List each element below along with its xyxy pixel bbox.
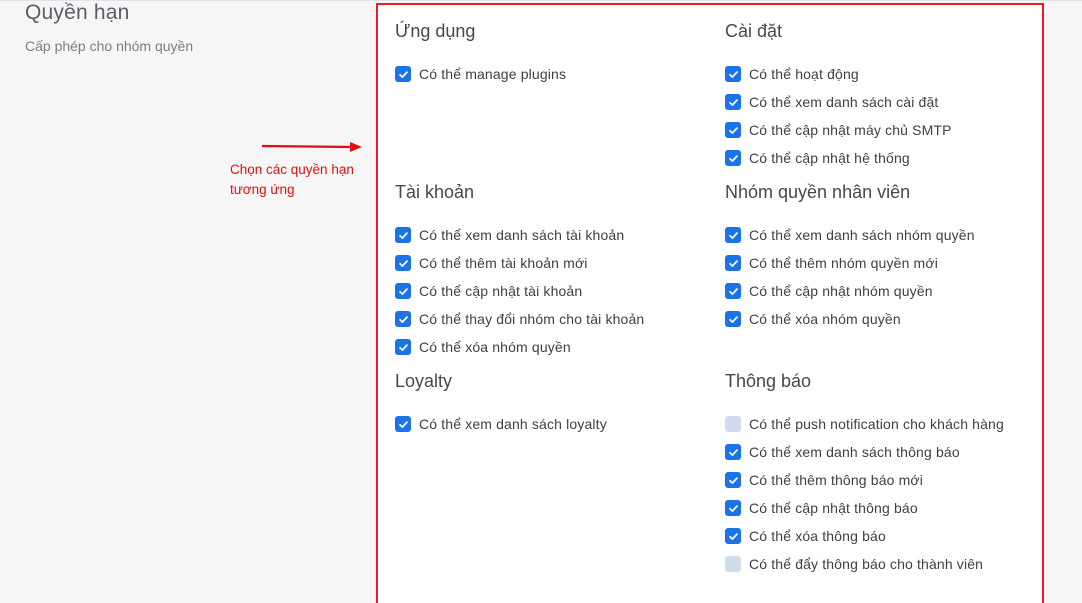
- permission-item[interactable]: Có thể cập nhật nhóm quyền: [725, 281, 933, 301]
- permission-label: Có thể cập nhật tài khoản: [419, 283, 583, 299]
- checkbox-checked-icon[interactable]: [725, 444, 741, 460]
- permission-label: Có thể cập nhật hệ thống: [749, 150, 910, 166]
- checkbox-checked-icon[interactable]: [395, 283, 411, 299]
- permission-item[interactable]: Có thể xóa nhóm quyền: [395, 337, 571, 357]
- permission-label: Có thể hoạt động: [749, 66, 859, 82]
- permission-label: Có thể cập nhật nhóm quyền: [749, 283, 933, 299]
- checkbox-checked-icon[interactable]: [725, 472, 741, 488]
- permission-label: Có thể xem danh sách loyalty: [419, 416, 607, 432]
- page-description: Cấp phép cho nhóm quyền: [25, 38, 194, 54]
- checkbox-checked-icon[interactable]: [725, 255, 741, 271]
- permission-label: Có thể thêm tài khoản mới: [419, 255, 588, 271]
- permissions-panel: Ứng dụng Có thể manage plugins Cài đặt C…: [376, 3, 1044, 603]
- checkbox-checked-icon[interactable]: [395, 66, 411, 82]
- section-title: Loyalty: [395, 371, 453, 391]
- checkbox-checked-icon[interactable]: [725, 528, 741, 544]
- annotation-line-2: tương ứng: [230, 182, 295, 197]
- permission-item[interactable]: Có thể thay đổi nhóm cho tài khoản: [395, 309, 644, 329]
- permission-item[interactable]: Có thể xem danh sách thông báo: [725, 442, 960, 462]
- annotation-line-1: Chọn các quyền hạn: [230, 162, 354, 177]
- checkbox-checked-icon[interactable]: [725, 283, 741, 299]
- checkbox-checked-icon[interactable]: [725, 122, 741, 138]
- permission-label: Có thể xem danh sách thông báo: [749, 444, 960, 460]
- checkbox-checked-icon[interactable]: [395, 311, 411, 327]
- checkbox-checked-icon[interactable]: [725, 66, 741, 82]
- permission-label: Có thể manage plugins: [419, 66, 567, 82]
- permission-label: Có thể đẩy thông báo cho thành viên: [749, 556, 984, 572]
- top-divider: [0, 0, 1082, 1]
- permission-label: Có thể cập nhật máy chủ SMTP: [749, 122, 952, 138]
- checkbox-unchecked-icon[interactable]: [725, 416, 741, 432]
- checkbox-unchecked-icon[interactable]: [725, 556, 741, 572]
- permission-item[interactable]: Có thể hoạt động: [725, 64, 859, 84]
- permission-label: Có thể xóa thông báo: [749, 528, 886, 544]
- permission-item[interactable]: Có thể cập nhật hệ thống: [725, 148, 910, 168]
- permission-item[interactable]: Có thể manage plugins: [395, 64, 566, 84]
- permission-item[interactable]: Có thể đẩy thông báo cho thành viên: [725, 554, 983, 574]
- permission-item[interactable]: Có thể xem danh sách cài đặt: [725, 92, 938, 112]
- permission-item[interactable]: Có thể thêm tài khoản mới: [395, 253, 588, 273]
- checkbox-checked-icon[interactable]: [725, 500, 741, 516]
- checkbox-checked-icon[interactable]: [725, 150, 741, 166]
- checkbox-checked-icon[interactable]: [725, 94, 741, 110]
- section-title: Tài khoản: [395, 182, 475, 202]
- page-title: Quyền hạn: [25, 1, 130, 24]
- permission-label: Có thể xem danh sách nhóm quyền: [749, 227, 975, 243]
- section-thong-bao: Thông báo Có thể push notification cho k…: [725, 370, 1004, 572]
- annotation-arrow-icon: [261, 142, 362, 152]
- section-title: Ứng dụng: [395, 21, 476, 41]
- permission-label: Có thể thay đổi nhóm cho tài khoản: [419, 311, 645, 327]
- annotation-note: Chọn các quyền hạn tương ứng: [230, 160, 354, 200]
- permission-label: Có thể xem danh sách cài đặt: [749, 94, 939, 110]
- section-title: Cài đặt: [725, 21, 783, 41]
- section-loyalty: Loyalty Có thể xem danh sách loyalty: [395, 370, 607, 432]
- section-cai-dat: Cài đặt Có thể hoạt động Có thể xem danh …: [725, 20, 951, 166]
- permission-item[interactable]: Có thể xóa nhóm quyền: [725, 309, 901, 329]
- section-title: Thông báo: [725, 371, 812, 391]
- permission-label: Có thể push notification cho khách hàng: [749, 416, 1004, 432]
- permission-item[interactable]: Có thể cập nhật tài khoản: [395, 281, 582, 301]
- permission-item[interactable]: Có thể xóa thông báo: [725, 526, 886, 546]
- section-ung-dung: Ứng dụng Có thể manage plugins: [395, 20, 566, 82]
- permission-item[interactable]: Có thể xem danh sách tài khoản: [395, 225, 624, 245]
- permission-label: Có thể thêm thông báo mới: [749, 472, 924, 488]
- permission-item[interactable]: Có thể xem danh sách nhóm quyền: [725, 225, 975, 245]
- section-tai-khoan: Tài khoản Có thể xem danh sách tài khoản…: [395, 181, 644, 355]
- permission-item[interactable]: Có thể thêm thông báo mới: [725, 470, 923, 490]
- permission-label: Có thể xem danh sách tài khoản: [419, 227, 625, 243]
- permission-label: Có thể cập nhật thông báo: [749, 500, 918, 516]
- permission-item[interactable]: Có thể thêm nhóm quyền mới: [725, 253, 938, 273]
- permission-item[interactable]: Có thể cập nhật máy chủ SMTP: [725, 120, 952, 140]
- checkbox-checked-icon[interactable]: [395, 416, 411, 432]
- checkbox-checked-icon[interactable]: [395, 255, 411, 271]
- checkbox-checked-icon[interactable]: [395, 227, 411, 243]
- permission-item[interactable]: Có thể push notification cho khách hàng: [725, 414, 1004, 434]
- permission-label: Có thể xóa nhóm quyền: [749, 311, 901, 327]
- permission-item[interactable]: Có thể xem danh sách loyalty: [395, 414, 607, 434]
- permission-label: Có thể thêm nhóm quyền mới: [749, 255, 938, 271]
- section-title: Nhóm quyền nhân viên: [725, 182, 911, 202]
- checkbox-checked-icon[interactable]: [725, 227, 741, 243]
- section-nhom-quyen-nhan-vien: Nhóm quyền nhân viên Có thể xem danh sác…: [725, 181, 975, 327]
- checkbox-checked-icon[interactable]: [725, 311, 741, 327]
- permission-label: Có thể xóa nhóm quyền: [419, 339, 571, 355]
- checkbox-checked-icon[interactable]: [395, 339, 411, 355]
- permission-item[interactable]: Có thể cập nhật thông báo: [725, 498, 918, 518]
